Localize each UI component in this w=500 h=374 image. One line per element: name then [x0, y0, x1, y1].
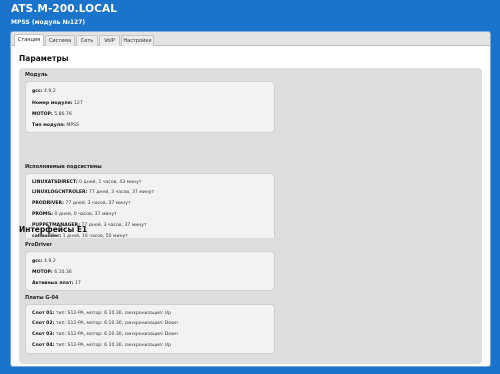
boards-box: Слот 01: тип: S12-PA, мотор: 6.10.30, си…	[25, 304, 275, 354]
main-panel: Станция Система Сеть VoIP Настройки Пара…	[10, 31, 491, 367]
module-type: Тип модуля: MPSS	[32, 123, 79, 128]
tab-system[interactable]: Система	[45, 35, 75, 46]
tab-network[interactable]: Сеть	[76, 35, 98, 46]
subsystem-row: LINUXLOGCNTROLER: 77 дней, 3 часов, 37 м…	[32, 190, 155, 195]
interfaces-group: ProDriver gcc: 4.9.2 MOTOP: 6.10.36 Акти…	[19, 238, 482, 364]
app-header: ATS.M-200.LOCAL MPSS (модуль №127)	[0, 0, 500, 30]
module-box: gcc: 4.9.2 Номер модуля: 127 MOTOP: 5.86…	[25, 81, 275, 133]
module-motor: MOTOP: 5.86.76	[32, 112, 72, 117]
prodriver-box: gcc: 4.9.2 MOTOP: 6.10.36 Активных плат:…	[25, 251, 275, 291]
board-slot-row: Слот 02: тип: S12-PA, мотор: 6.10.30, си…	[32, 321, 178, 326]
subsystems-label: Исполняемые подсистемы	[25, 164, 102, 170]
module-number: Номер модуля: 127	[32, 101, 83, 106]
prodriver-motor: MOTOP: 6.10.36	[32, 270, 72, 275]
params-title: Параметры	[19, 54, 69, 63]
prodriver-label: ProDriver	[25, 242, 53, 248]
module-subtitle: MPSS (модуль №127)	[11, 19, 86, 26]
tab-bar: Станция Система Сеть VoIP Настройки	[11, 32, 490, 46]
module-gcc: gcc: 4.9.2	[32, 89, 56, 94]
board-slot-row: Слот 04: тип: S12-PA, мотор: 6.10.30, си…	[32, 343, 171, 348]
params-group: Модуль gcc: 4.9.2 Номер модуля: 127 MOTO…	[19, 68, 482, 248]
prodriver-gcc: gcc: 4.9.2	[32, 259, 56, 264]
tab-settings[interactable]: Настройки	[121, 35, 154, 46]
tab-station[interactable]: Станция	[14, 34, 44, 46]
active-boards: Активных плат: 17	[32, 281, 81, 286]
subsystem-row: PROMG: 0 дней, 0 часов, 37 минут	[32, 212, 117, 217]
interfaces-title: Интерфейсы E1	[19, 225, 88, 234]
module-label: Модуль	[25, 72, 48, 78]
subsystem-row: LINUXATSDIRECT: 0 дней, 1 часов, 43 мину…	[32, 180, 142, 185]
boards-label: Платы G-04	[25, 295, 59, 301]
tab-voip[interactable]: VoIP	[99, 35, 120, 46]
host-title: ATS.M-200.LOCAL	[11, 3, 118, 15]
board-slot-row: Слот 01: тип: S12-PA, мотор: 6.10.30, си…	[32, 311, 171, 316]
subsystem-row: PRODRIVER: 77 дней, 3 часов, 37 минут	[32, 201, 131, 206]
board-slot-row: Слот 03: тип: S12-PA, мотор: 6.10.30, си…	[32, 332, 178, 337]
